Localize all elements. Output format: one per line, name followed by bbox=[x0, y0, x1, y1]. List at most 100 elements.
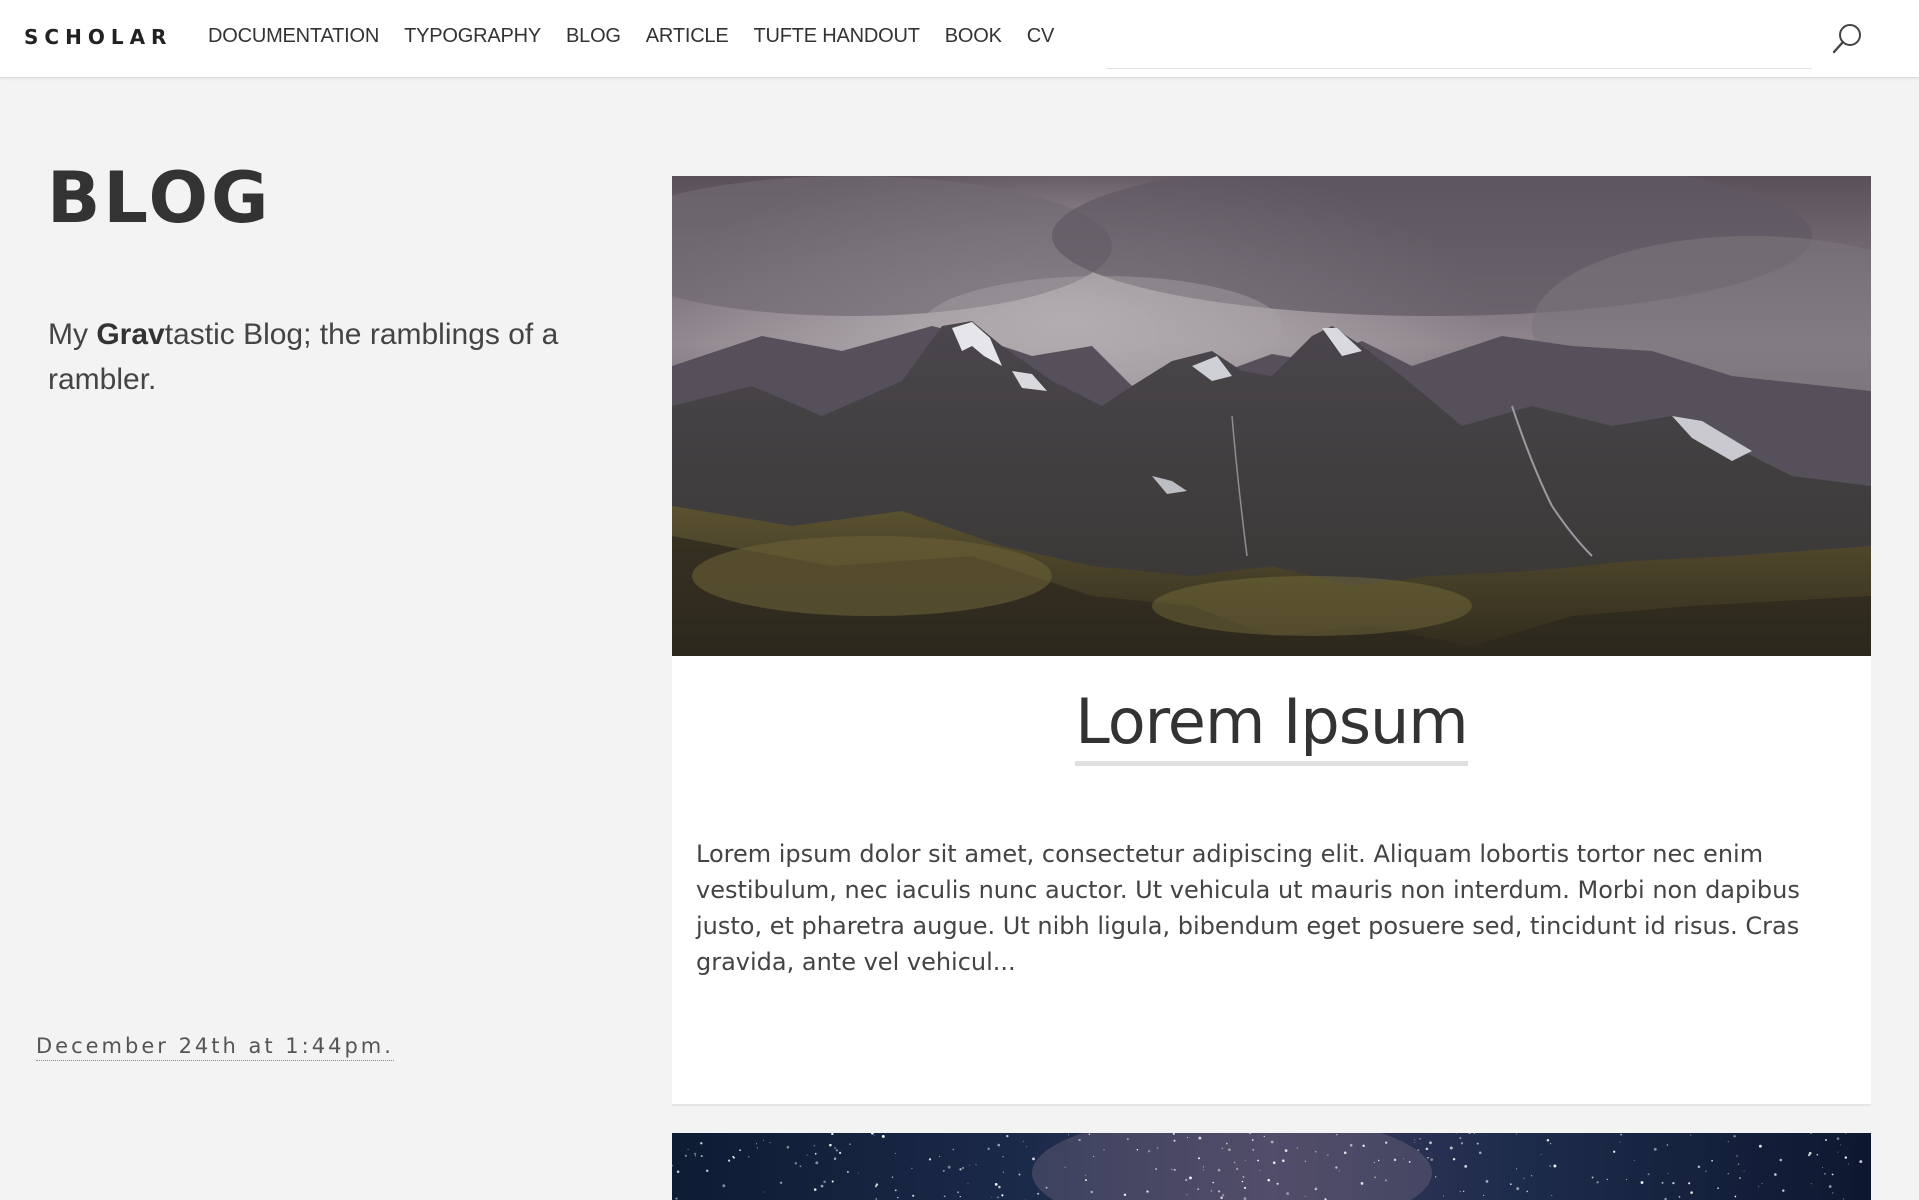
star-dot bbox=[676, 1170, 680, 1173]
star-dot bbox=[1842, 1198, 1845, 1200]
search-field[interactable] bbox=[1106, 68, 1812, 69]
star-dot bbox=[997, 1196, 999, 1199]
nav-item-typography[interactable]: TYPOGRAPHY bbox=[404, 25, 541, 48]
star-dot bbox=[1156, 1147, 1159, 1149]
star-dot bbox=[1456, 1133, 1458, 1134]
star-dot bbox=[881, 1134, 885, 1138]
star-dot bbox=[994, 1183, 998, 1186]
star-dot bbox=[694, 1152, 697, 1155]
star-dot bbox=[894, 1152, 896, 1154]
star-dot bbox=[694, 1155, 697, 1157]
star-dot bbox=[706, 1169, 709, 1172]
star-dot bbox=[700, 1142, 703, 1145]
star-dot bbox=[1647, 1173, 1650, 1176]
star-dot bbox=[1516, 1168, 1518, 1170]
star-dot bbox=[1736, 1155, 1738, 1157]
star-dot bbox=[1476, 1142, 1479, 1145]
star-dot bbox=[1758, 1144, 1762, 1148]
nav-item-blog[interactable]: BLOG bbox=[566, 25, 621, 48]
star-dot bbox=[1727, 1173, 1729, 1175]
star-dot bbox=[1244, 1160, 1246, 1162]
star-dot bbox=[762, 1139, 764, 1141]
star-dot bbox=[1090, 1190, 1093, 1194]
star-dot bbox=[975, 1164, 977, 1166]
star-dot bbox=[1509, 1183, 1512, 1186]
star-dot bbox=[1551, 1194, 1553, 1196]
star-dot bbox=[873, 1135, 875, 1136]
star-dot bbox=[952, 1148, 955, 1151]
star-dot bbox=[835, 1149, 839, 1152]
star-dot bbox=[998, 1185, 1001, 1189]
star-dot bbox=[1373, 1162, 1375, 1164]
star-dot bbox=[684, 1154, 688, 1157]
star-dot bbox=[1414, 1139, 1416, 1141]
star-dot bbox=[1837, 1151, 1839, 1153]
star-dot bbox=[739, 1149, 742, 1152]
star-dot bbox=[1739, 1177, 1741, 1179]
search-icon[interactable] bbox=[1830, 22, 1864, 56]
star-dot bbox=[1591, 1176, 1594, 1179]
nav-item-cv[interactable]: CV bbox=[1027, 25, 1055, 48]
site-logo[interactable]: SCHOLAR bbox=[24, 25, 172, 49]
star-dot bbox=[1384, 1179, 1388, 1182]
post-date: December 24th at 1:44pm. bbox=[36, 1034, 394, 1061]
star-dot bbox=[1459, 1137, 1462, 1140]
nav-item-book[interactable]: BOOK bbox=[945, 25, 1002, 48]
star-dot bbox=[1186, 1194, 1188, 1196]
star-dot bbox=[959, 1168, 962, 1171]
star-dot bbox=[1606, 1178, 1608, 1181]
star-dot bbox=[1259, 1170, 1261, 1172]
star-dot bbox=[1816, 1153, 1819, 1156]
star-dot bbox=[1690, 1191, 1693, 1194]
star-dot bbox=[1782, 1189, 1785, 1192]
star-dot bbox=[1727, 1141, 1729, 1143]
star-dot bbox=[1672, 1181, 1675, 1185]
star-dot bbox=[912, 1194, 915, 1197]
star-dot bbox=[857, 1172, 859, 1174]
post-title-link[interactable]: Lorem Ipsum bbox=[1075, 686, 1469, 767]
star-dot bbox=[1146, 1190, 1149, 1193]
star-dot bbox=[1779, 1158, 1783, 1162]
star-dot bbox=[1661, 1181, 1664, 1184]
star-dot bbox=[834, 1147, 836, 1149]
star-dot bbox=[1625, 1178, 1627, 1180]
star-dot bbox=[1443, 1195, 1444, 1197]
post-title-wrapper: Lorem Ipsum bbox=[672, 686, 1871, 767]
star-dot bbox=[987, 1147, 990, 1151]
nav-item-documentation[interactable]: DOCUMENTATION bbox=[208, 25, 379, 48]
star-dot bbox=[1335, 1166, 1338, 1169]
star-dot bbox=[1198, 1136, 1202, 1140]
star-dot bbox=[1186, 1136, 1189, 1139]
star-dot bbox=[806, 1154, 808, 1156]
star-dot bbox=[957, 1191, 960, 1194]
star-dot bbox=[1171, 1168, 1173, 1170]
next-post-card[interactable] bbox=[672, 1133, 1871, 1200]
nav-item-tufte-handout[interactable]: TUFTE HANDOUT bbox=[754, 25, 920, 48]
star-dot bbox=[1088, 1133, 1091, 1135]
star-dot bbox=[1717, 1187, 1719, 1190]
star-dot bbox=[732, 1155, 734, 1158]
star-dot bbox=[1478, 1151, 1482, 1155]
star-dot bbox=[1197, 1188, 1200, 1191]
star-dot bbox=[1737, 1163, 1740, 1165]
star-dot bbox=[764, 1191, 765, 1193]
star-dot bbox=[1155, 1168, 1157, 1170]
star-dot bbox=[1690, 1134, 1692, 1136]
post-hero-image[interactable] bbox=[672, 176, 1871, 656]
star-dot bbox=[1403, 1158, 1405, 1160]
star-dot bbox=[1821, 1167, 1823, 1168]
star-dot bbox=[1217, 1168, 1221, 1172]
star-dot bbox=[823, 1180, 826, 1184]
star-dot bbox=[1336, 1133, 1338, 1136]
star-dot bbox=[1173, 1168, 1176, 1172]
star-dot bbox=[1212, 1181, 1214, 1184]
star-dot bbox=[1022, 1140, 1024, 1142]
star-dot bbox=[1824, 1173, 1826, 1175]
star-dot bbox=[815, 1161, 819, 1165]
star-dot bbox=[991, 1196, 993, 1198]
star-dot bbox=[1613, 1150, 1616, 1153]
star-dot bbox=[727, 1159, 731, 1162]
star-dot bbox=[838, 1151, 842, 1155]
star-dot bbox=[1408, 1160, 1411, 1163]
nav-item-article[interactable]: ARTICLE bbox=[646, 25, 729, 48]
